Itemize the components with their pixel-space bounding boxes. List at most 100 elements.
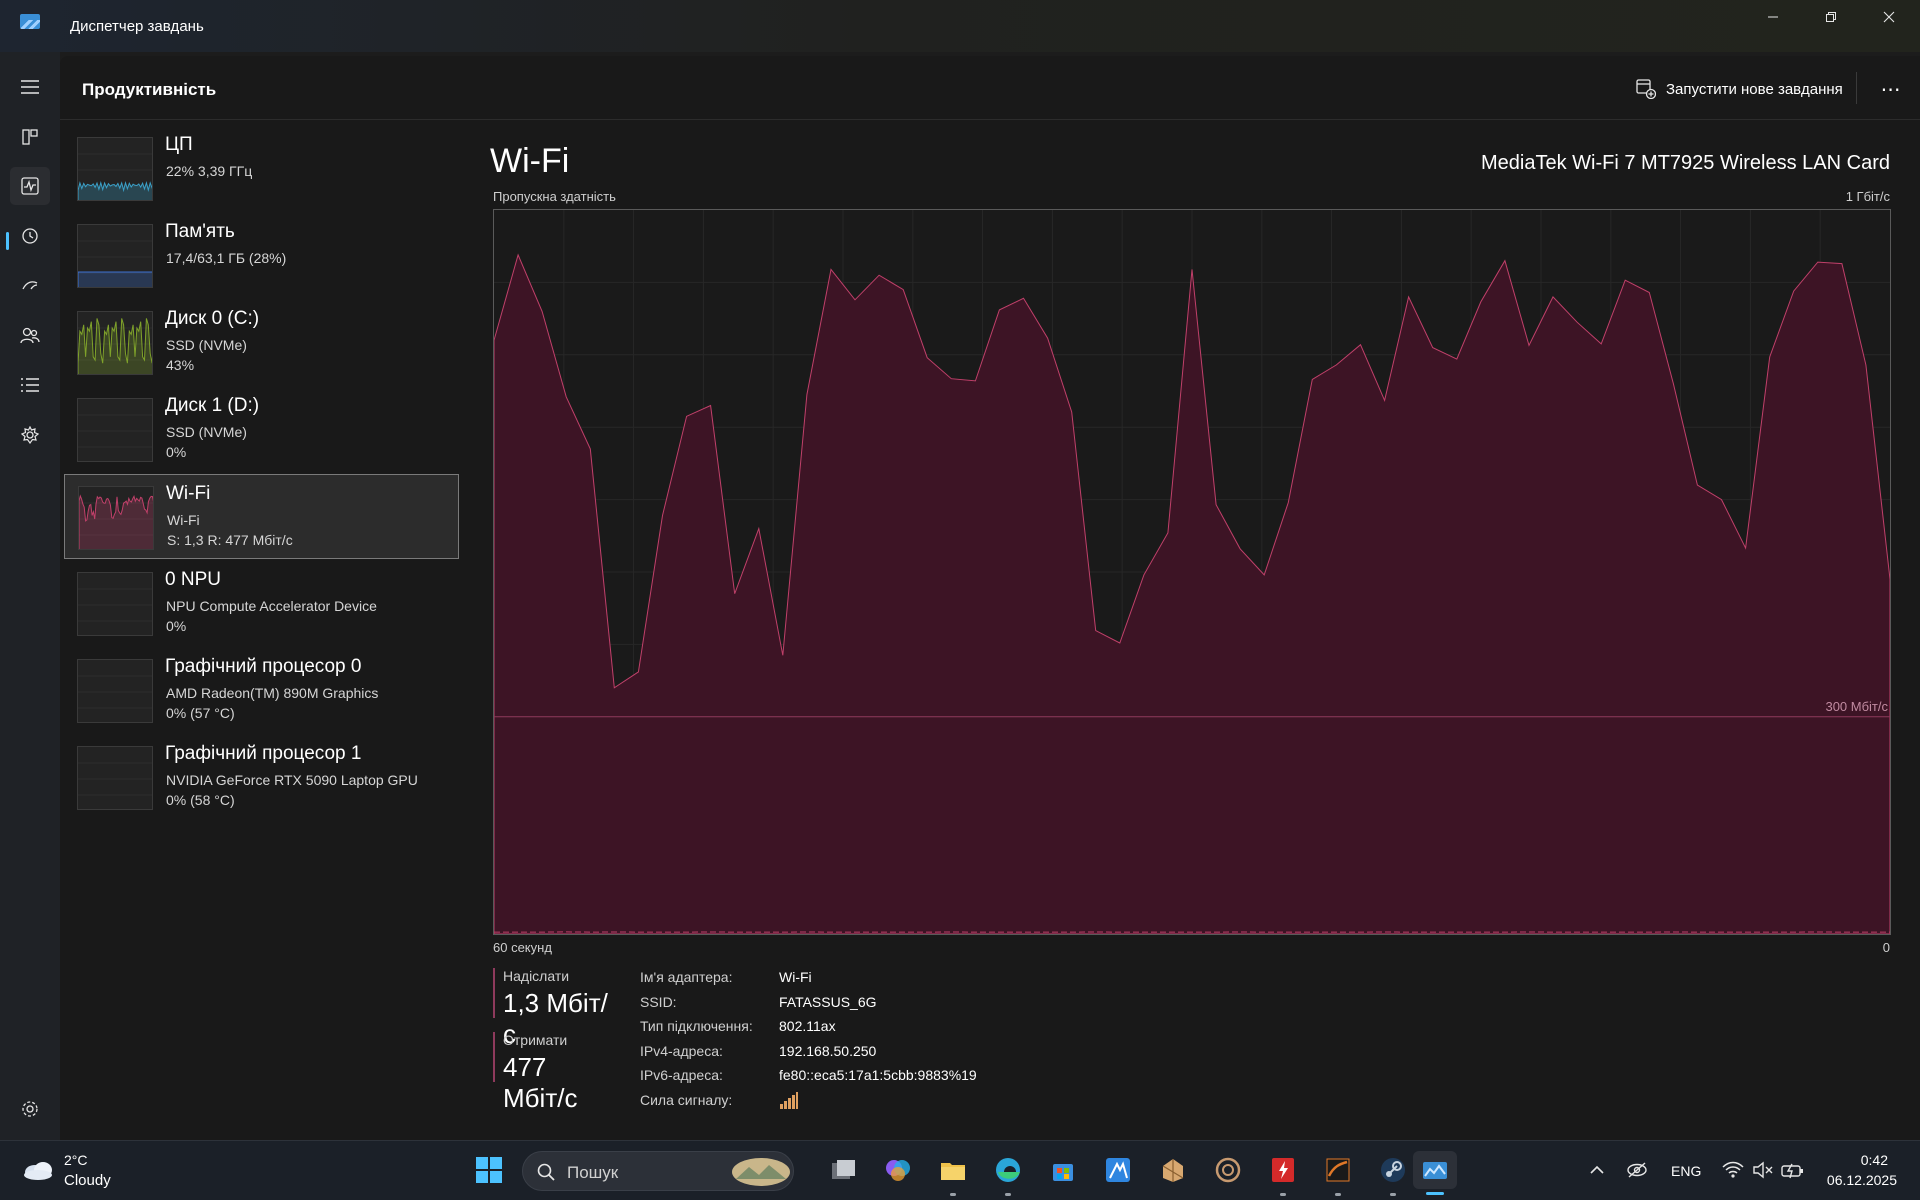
file-explorer-taskbar-button[interactable] xyxy=(936,1153,970,1196)
running-app-indicator xyxy=(1005,1193,1011,1196)
property-row: IPv4-адреса: 192.168.50.250 xyxy=(640,1043,977,1068)
steam-taskbar-button[interactable] xyxy=(1376,1153,1410,1196)
device-item[interactable]: Графічний процесор 0 AMD Radeon(TM) 890M … xyxy=(64,648,459,733)
weather-description: Cloudy xyxy=(64,1172,111,1189)
device-mini-graph xyxy=(77,572,153,636)
running-app-indicator xyxy=(1280,1193,1286,1196)
minimize-button[interactable] xyxy=(1744,0,1802,34)
property-key: Сила сигналу: xyxy=(640,1091,733,1108)
wifi-tray-button[interactable] xyxy=(1718,1153,1748,1187)
run-task-label: Запустити нове завдання xyxy=(1666,80,1843,98)
search-box[interactable]: Пошук xyxy=(522,1151,794,1191)
device-item[interactable]: Пам'ять 17,4/63,1 ГБ (28%) xyxy=(64,213,459,298)
nav-processes[interactable] xyxy=(10,118,50,156)
device-detail: AMD Radeon(TM) 890M Graphics xyxy=(166,685,379,701)
app-sketch-taskbar-button[interactable] xyxy=(1156,1153,1190,1187)
services-icon xyxy=(21,426,39,444)
nav-users[interactable] xyxy=(10,316,50,354)
app-icon-blue xyxy=(1106,1158,1130,1182)
nav-details[interactable] xyxy=(10,366,50,404)
device-item[interactable]: ЦП 22% 3,39 ГГц xyxy=(64,126,459,211)
device-detail: SSD (NVMe) xyxy=(166,424,247,440)
app-red-taskbar-button[interactable] xyxy=(1266,1153,1300,1196)
property-key: Тип підключення: xyxy=(640,1018,753,1034)
graph-time-label: 60 секунд xyxy=(493,940,552,955)
device-status: 0% xyxy=(166,444,187,460)
device-item[interactable]: 0 NPU NPU Compute Accelerator Device 0% xyxy=(64,561,459,646)
running-app-indicator xyxy=(1390,1193,1396,1196)
tray-hidden-eye-button[interactable] xyxy=(1622,1153,1652,1187)
volume-muted-icon xyxy=(1753,1161,1773,1179)
show-hidden-icons-button[interactable] xyxy=(1582,1153,1612,1187)
taskbar: 2°C Cloudy Пошук ENG 0:42 06.12.2025 xyxy=(0,1140,1920,1200)
property-value: FATASSUS_6G xyxy=(779,993,877,1010)
property-key: IPv4-адреса: xyxy=(640,1042,723,1059)
property-key: IPv6-адреса: xyxy=(640,1067,723,1083)
app-icon-brain xyxy=(1215,1157,1241,1183)
start-icon xyxy=(476,1157,502,1183)
battery-tray-button[interactable] xyxy=(1778,1153,1808,1187)
restore-icon xyxy=(1826,12,1836,22)
device-item[interactable]: Wi-Fi Wi-Fi S: 1,3 R: 477 Мбіт/с xyxy=(64,474,459,559)
language-indicator[interactable]: ENG xyxy=(1671,1163,1701,1179)
mini-graph-svg xyxy=(78,318,152,374)
nav-performance[interactable] xyxy=(10,167,50,205)
device-status: 0% (58 °C) xyxy=(166,792,235,808)
device-status: 43% xyxy=(166,357,195,373)
device-detail: SSD (NVMe) xyxy=(166,337,247,353)
app-orange-taskbar-button[interactable] xyxy=(1321,1153,1355,1196)
nav-startup[interactable] xyxy=(10,267,50,305)
new-task-icon xyxy=(1636,79,1656,99)
details-icon xyxy=(21,378,39,392)
start-button[interactable] xyxy=(472,1153,506,1187)
edge-icon xyxy=(996,1158,1020,1182)
mini-graph-area xyxy=(78,271,152,287)
maximize-button[interactable] xyxy=(1802,0,1860,34)
app-icon-orange xyxy=(1326,1158,1350,1182)
nav-settings[interactable] xyxy=(10,1090,50,1128)
task-manager-taskbar-button[interactable] xyxy=(1413,1151,1457,1195)
menu-button[interactable] xyxy=(10,68,50,106)
task-view-taskbar-button[interactable] xyxy=(826,1153,860,1187)
running-app-indicator xyxy=(1335,1193,1341,1196)
device-item[interactable]: Диск 0 (C:) SSD (NVMe) 43% xyxy=(64,300,459,385)
battery-charging-icon xyxy=(1781,1163,1803,1179)
device-item[interactable]: Диск 1 (D:) SSD (NVMe) 0% xyxy=(64,387,459,472)
clock-time: 0:42 xyxy=(1860,1152,1888,1168)
device-detail: NPU Compute Accelerator Device xyxy=(166,598,377,614)
sent-label: Надіслати xyxy=(503,968,570,984)
navigation-rail xyxy=(0,52,60,1140)
nav-services[interactable] xyxy=(10,416,50,454)
store-taskbar-button[interactable] xyxy=(1046,1153,1080,1187)
eye-off-icon xyxy=(1627,1162,1647,1178)
app-brain-taskbar-button[interactable] xyxy=(1211,1153,1245,1187)
more-options-button[interactable]: ⋯ xyxy=(1874,74,1908,104)
device-name: Графічний процесор 0 xyxy=(165,656,362,677)
property-key: Ім'я адаптера: xyxy=(640,969,733,985)
device-mini-graph xyxy=(77,137,153,201)
search-icon xyxy=(537,1163,555,1181)
device-name: Пам'ять xyxy=(165,221,235,242)
search-highlight-icon xyxy=(732,1158,790,1186)
adapter-properties: Ім'я адаптера: Wi-Fi SSID: FATASSUS_6G Тип… xyxy=(640,969,977,1116)
search-placeholder: Пошук xyxy=(567,1163,619,1182)
property-row: Ім'я адаптера: Wi-Fi xyxy=(640,969,977,994)
app-blue-taskbar-button[interactable] xyxy=(1101,1153,1135,1187)
run-new-task-button[interactable]: Запустити нове завдання xyxy=(1636,76,1843,102)
device-item[interactable]: Графічний процесор 1 NVIDIA GeForce RTX 5… xyxy=(64,735,459,820)
volume-tray-button[interactable] xyxy=(1748,1153,1778,1187)
copilot-m365-taskbar-button[interactable] xyxy=(881,1153,915,1187)
settings-icon xyxy=(22,1101,38,1117)
edge-taskbar-button[interactable] xyxy=(991,1153,1025,1196)
close-button[interactable] xyxy=(1860,0,1918,34)
mini-graph-svg xyxy=(78,675,152,709)
cloud-icon xyxy=(24,1162,52,1180)
window-title: Диспетчер завдань xyxy=(70,18,204,35)
file-explorer-icon xyxy=(941,1163,965,1180)
sent-stat: Надіслати 1,3 Мбіт/с xyxy=(493,968,613,1049)
nav-app-history[interactable] xyxy=(10,217,50,255)
device-name: Диск 0 (C:) xyxy=(165,308,260,329)
device-name: Диск 1 (D:) xyxy=(165,395,260,416)
copilot-m365-icon xyxy=(886,1160,910,1181)
store-icon xyxy=(1053,1164,1073,1181)
